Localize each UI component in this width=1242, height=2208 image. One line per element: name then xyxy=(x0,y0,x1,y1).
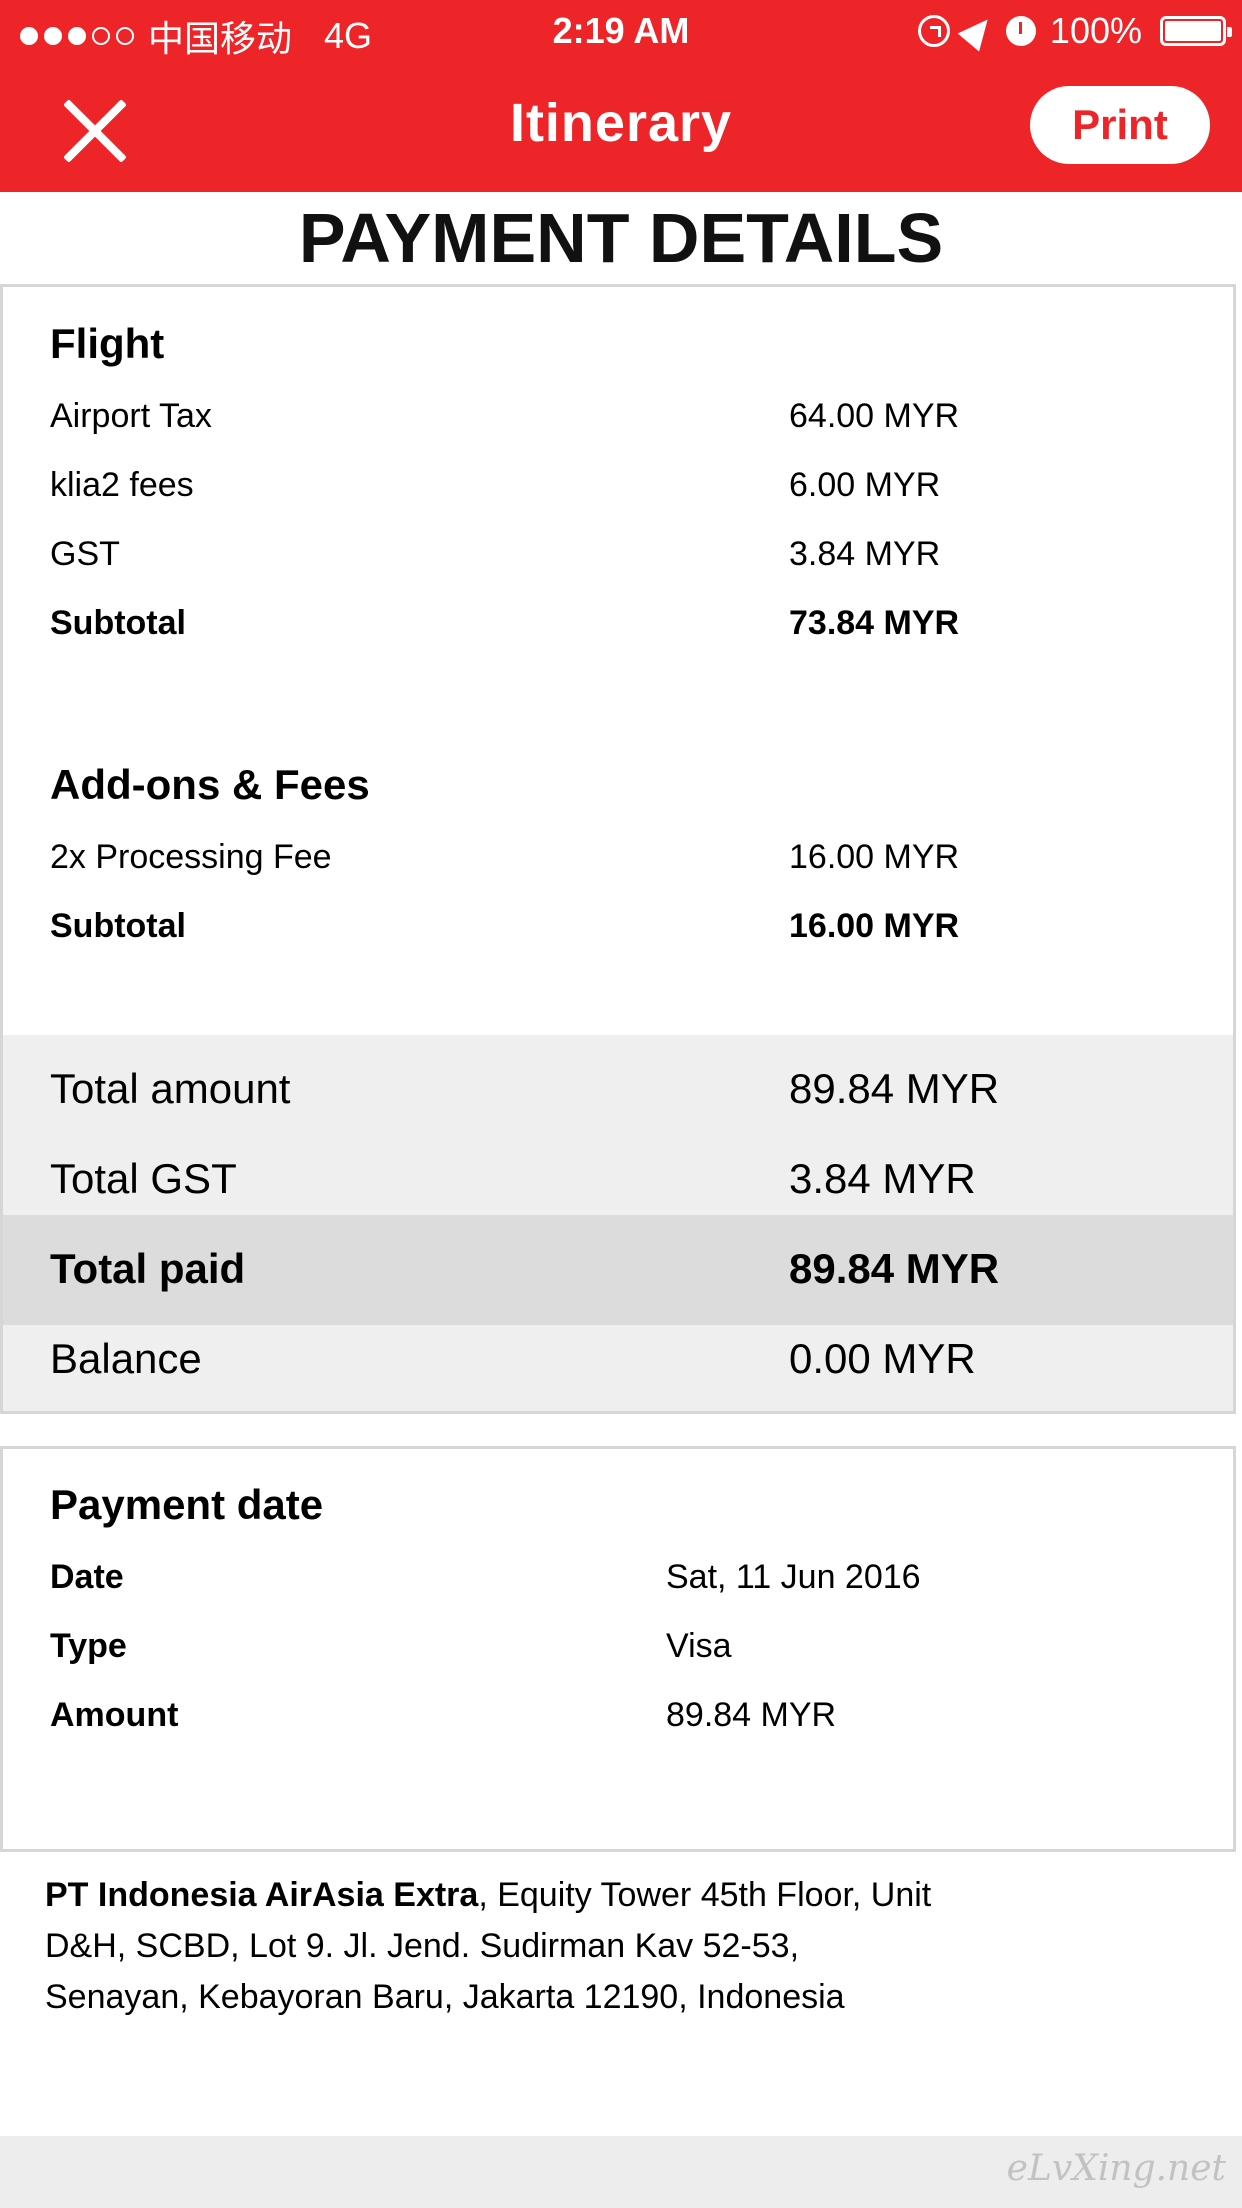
total-paid-label: Total paid xyxy=(50,1245,246,1292)
row-label: Airport Tax xyxy=(50,397,212,435)
total-amount-value: 89.84 MYR xyxy=(789,1065,1000,1112)
status-icons: 100% xyxy=(917,10,1232,52)
row-value: 89.84 MYR xyxy=(666,1696,837,1734)
orientation-lock-icon xyxy=(917,15,950,47)
location-arrow-icon xyxy=(957,10,999,52)
row-value: 16.00 MYR xyxy=(789,838,960,876)
page-title: PAYMENT DETAILS xyxy=(298,199,944,277)
row-value: 3.84 MYR xyxy=(789,535,941,573)
total-gst-label: Total GST xyxy=(50,1155,237,1202)
addons-section-title: Add-ons & Fees xyxy=(50,761,370,808)
row-label: Type xyxy=(50,1627,127,1665)
balance-value: 0.00 MYR xyxy=(789,1335,976,1382)
total-paid-row: Total paid 89.84 MYR xyxy=(3,1215,1233,1325)
row-label: klia2 fees xyxy=(50,466,194,504)
subtotal-label: Subtotal xyxy=(50,604,186,642)
row-label: GST xyxy=(50,535,120,573)
row-label: 2x Processing Fee xyxy=(50,838,332,876)
subtotal-label: Subtotal xyxy=(50,907,186,945)
flight-section-title: Flight xyxy=(50,320,165,367)
company-address: PT Indonesia AirAsia Extra, Equity Tower… xyxy=(45,1870,945,2023)
payment-breakdown-card: Flight Airport Tax 64.00 MYR klia2 fees … xyxy=(0,284,1236,1414)
total-gst-value: 3.84 MYR xyxy=(789,1155,976,1202)
row-value: Sat, 11 Jun 2016 xyxy=(666,1558,921,1596)
print-button[interactable]: Print xyxy=(1030,86,1210,164)
watermark-text: eLvXing.net xyxy=(1006,2148,1226,2189)
total-amount-label: Total amount xyxy=(50,1065,291,1112)
row-value: 6.00 MYR xyxy=(789,466,941,504)
battery-percent: 100% xyxy=(1049,10,1142,51)
row-label: Date xyxy=(50,1558,124,1596)
balance-label: Balance xyxy=(50,1335,202,1382)
payment-date-title: Payment date xyxy=(50,1481,324,1528)
total-paid-value: 89.84 MYR xyxy=(789,1245,1000,1292)
footer-bar: eLvXing.net xyxy=(0,2136,1242,2208)
status-bar: 中国移动 4G 2:19 AM 100% xyxy=(0,0,1242,60)
row-label: Amount xyxy=(50,1696,179,1734)
alarm-clock-icon xyxy=(1005,16,1036,46)
payment-date-card: Payment date Date Sat, 11 Jun 2016 Type … xyxy=(0,1446,1236,1852)
totals-summary: Total amount 89.84 MYR Total GST 3.84 MY… xyxy=(3,1035,1233,1215)
row-value: 64.00 MYR xyxy=(789,397,960,435)
app-header: 中国移动 4G 2:19 AM 100% Itinerary Print xyxy=(0,0,1242,192)
subtotal-value: 73.84 MYR xyxy=(789,604,960,642)
nav-bar: Itinerary Print xyxy=(0,62,1242,192)
company-name: PT Indonesia AirAsia Extra xyxy=(45,1876,479,1914)
balance-row: Balance 0.00 MYR xyxy=(3,1325,1233,1411)
subtotal-value: 16.00 MYR xyxy=(789,907,960,945)
battery-icon xyxy=(1160,16,1232,46)
row-value: Visa xyxy=(666,1627,732,1665)
